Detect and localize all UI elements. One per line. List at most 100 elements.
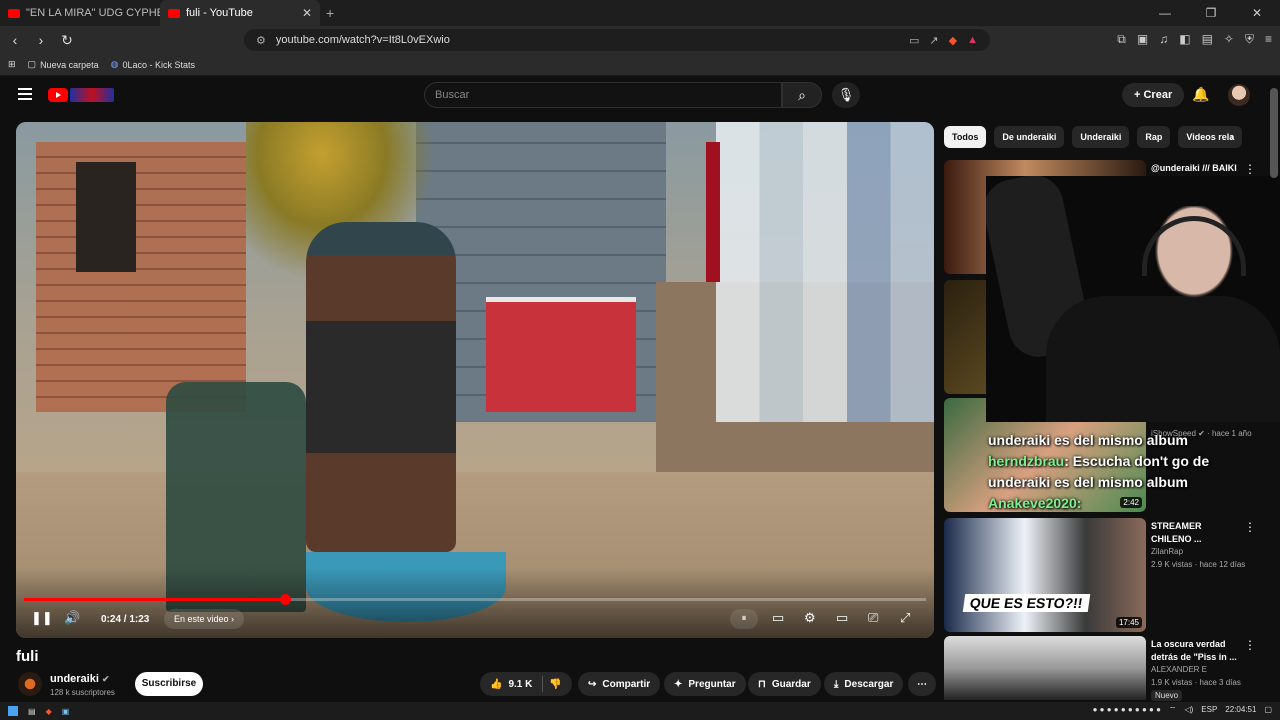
settings-gear-icon[interactable]: ⚙ [804, 610, 816, 626]
notification-icon[interactable]: ▢ [1264, 705, 1272, 715]
chips-next-icon[interactable]: › [1230, 130, 1234, 144]
input-language[interactable]: ESP [1201, 705, 1217, 715]
windows-start-icon[interactable] [8, 706, 18, 716]
cast-icon[interactable]: ⎚ [868, 610, 878, 626]
menu-icon[interactable]: ≡ [1265, 32, 1272, 47]
leo-icon[interactable]: ✧ [1224, 32, 1234, 47]
share-icon[interactable]: ↗ [929, 34, 938, 47]
volume-tray-icon[interactable]: ◁) [1184, 705, 1193, 715]
list-item[interactable]: QUE ES ESTO?!! 17:45 STREAMER CHILENO ..… [944, 518, 1264, 632]
sidebar-icon[interactable]: ▣ [1137, 32, 1148, 47]
file-explorer-icon[interactable]: ▤ [28, 707, 36, 716]
channel-name-text[interactable]: underaiki [50, 673, 99, 685]
chip-underaiki[interactable]: Underaiki [1072, 126, 1130, 148]
bookmark-folder[interactable]: ▢ Nueva carpeta [28, 59, 99, 70]
rec-title[interactable]: La oscura verdad detrás de "Piss in ... [1151, 638, 1239, 664]
video-frame-red-cloth [706, 142, 720, 282]
rec-title[interactable]: @underaiki /// BAIKI [1151, 162, 1239, 175]
chapters-button[interactable]: En este video › [164, 609, 245, 629]
wallet-icon[interactable]: ▤ [1202, 32, 1213, 47]
fullscreen-icon[interactable]: ⤢ [900, 610, 910, 626]
forward-icon[interactable]: › [30, 32, 52, 48]
page-scrollbar[interactable] [1270, 88, 1278, 178]
notifications-bell-icon[interactable]: 🔔 [1192, 86, 1209, 103]
chip-todos[interactable]: Todos [944, 126, 987, 148]
minimize-icon[interactable]: — [1142, 0, 1188, 26]
tray-icons[interactable]: ● ● ● ● ● ● ● ● ● ● [1093, 705, 1161, 715]
chapter-label: En este video [174, 614, 229, 624]
youtube-favicon-icon [8, 8, 20, 18]
like-count[interactable]: 9.1 K [508, 679, 532, 690]
hamburger-menu-icon[interactable] [18, 88, 32, 100]
split-view-icon[interactable]: ◧ [1179, 32, 1190, 47]
new-tab-icon[interactable]: + [326, 5, 334, 21]
vpn-icon[interactable]: ⛨ [1245, 32, 1254, 47]
account-avatar[interactable] [1228, 84, 1250, 106]
search-input[interactable]: Buscar [424, 82, 782, 108]
thumbs-down-icon[interactable]: 👎 [549, 679, 561, 690]
brave-shield-icon[interactable]: ◆ [949, 34, 957, 47]
clock[interactable]: 22:04:51 [1225, 705, 1256, 715]
apps-grid-icon[interactable]: ⊞ [8, 59, 16, 70]
reload-icon[interactable]: ↻ [56, 32, 78, 49]
voice-search-button[interactable]: 🎙 [832, 82, 860, 108]
volume-icon[interactable]: 🔊 [64, 610, 80, 626]
rec-channel[interactable]: ZilanRap [1151, 546, 1256, 558]
list-item[interactable]: La oscura verdad detrás de "Piss in ... … [944, 636, 1264, 701]
back-icon[interactable]: ‹ [4, 32, 26, 48]
site-info-icon[interactable]: ⚙ [256, 34, 266, 47]
more-vertical-icon[interactable]: ⋮ [1244, 638, 1256, 652]
channel-name[interactable]: underaiki ✔ [50, 673, 110, 685]
bookmark-kick-stats[interactable]: ◍ 0Laco - Kick Stats [111, 59, 195, 70]
brave-rewards-icon[interactable]: ▲ [967, 34, 978, 47]
video-thumbnail[interactable]: QUE ES ESTO?!! 17:45 [944, 518, 1146, 632]
subscribe-button[interactable]: Suscribirse [135, 672, 203, 696]
ask-button[interactable]: ✦ Preguntar [664, 672, 746, 696]
progress-bar[interactable] [24, 594, 926, 605]
tab-cypher[interactable]: "EN LA MIRA" UDG CYPHER URUGUA [0, 0, 160, 26]
bookmark-label: Nueva carpeta [40, 59, 99, 70]
search-button[interactable]: ⌕ [782, 82, 822, 108]
channel-avatar[interactable] [18, 672, 42, 696]
rec-stats: 2.9 K vistas · hace 12 días [1151, 560, 1246, 569]
chip-rap[interactable]: Rap [1137, 126, 1171, 148]
close-tab-icon[interactable]: ✕ [302, 6, 312, 20]
autoplay-toggle[interactable]: ⏸ [730, 609, 758, 629]
extensions-icon[interactable]: ⧉ [1117, 32, 1126, 47]
youtube-logo-wordmark[interactable] [70, 88, 114, 102]
video-player[interactable]: ❚❚ 🔊 0:24 / 1:23 En este video › ⏸ ▭ ⚙ ▭… [16, 122, 934, 638]
more-vertical-icon[interactable]: ⋮ [1244, 162, 1256, 176]
tab-fuli[interactable]: fuli - YouTube ✕ [160, 0, 320, 26]
chat-message: herndzbrau: Escucha don't go de underaik… [988, 451, 1248, 493]
create-button[interactable]: + Crear [1122, 83, 1185, 107]
youtube-logo-icon[interactable] [48, 88, 68, 102]
url-text[interactable]: youtube.com/watch?v=It8L0vEXwio [276, 34, 450, 46]
save-button[interactable]: ⊓ Guardar [748, 672, 821, 696]
subtitles-icon[interactable]: ▭ [772, 610, 784, 626]
close-window-icon[interactable]: ✕ [1234, 0, 1280, 26]
app-taskbar-icon[interactable]: ▣ [62, 707, 70, 716]
more-horizontal-icon: ⋯ [917, 678, 927, 690]
chip-de-underaiki[interactable]: De underaiki [994, 126, 1065, 148]
url-bar[interactable]: ⚙ youtube.com/watch?v=It8L0vEXwio ▭ ↗ ◆ … [244, 29, 990, 51]
os-taskbar: ▤ ◆ ▣ ● ● ● ● ● ● ● ● ● ● ⌔ ◁) ESP 22:04… [0, 702, 1280, 720]
brave-taskbar-icon[interactable]: ◆ [46, 707, 52, 716]
more-actions-button[interactable]: ⋯ [908, 672, 936, 696]
theater-mode-icon[interactable]: ▭ [836, 610, 848, 626]
wifi-icon[interactable]: ⌔ [1169, 705, 1177, 715]
pause-icon[interactable]: ❚❚ [31, 610, 53, 626]
more-vertical-icon[interactable]: ⋮ [1244, 520, 1256, 534]
thumbs-up-icon[interactable]: 👍 [490, 679, 502, 690]
download-icon: ⤓ [834, 678, 839, 690]
music-icon[interactable]: ♫ [1159, 32, 1168, 47]
scrubber-handle[interactable] [279, 594, 291, 605]
screenshot-icon[interactable]: ▭ [909, 34, 919, 47]
download-button[interactable]: ⤓ Descargar [824, 672, 904, 696]
restore-icon[interactable]: ❐ [1188, 0, 1234, 26]
rec-title[interactable]: STREAMER CHILENO ... [1151, 520, 1239, 546]
video-thumbnail[interactable] [944, 636, 1146, 700]
share-button[interactable]: ↪ Compartir [578, 672, 661, 696]
video-frame-brick-wall [36, 142, 246, 412]
video-frame-window [76, 162, 136, 272]
rec-channel[interactable]: ALEXANDER E [1151, 664, 1256, 676]
